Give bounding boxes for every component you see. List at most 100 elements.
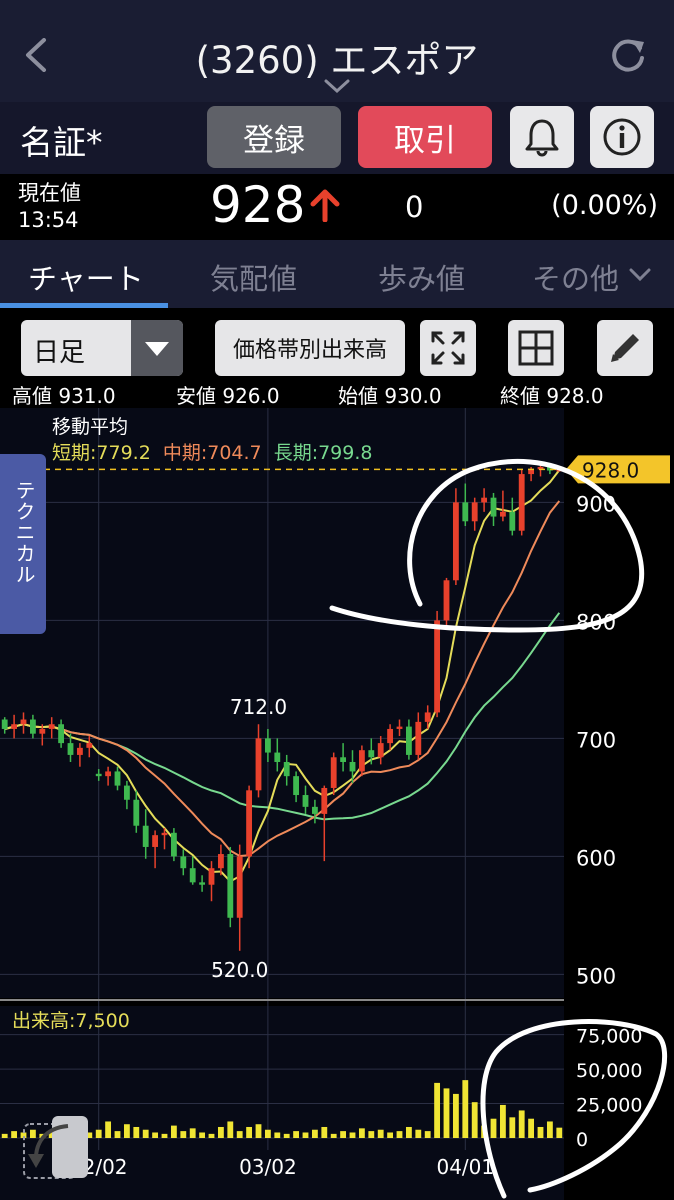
candle-body xyxy=(452,502,459,581)
candle-body xyxy=(114,771,121,786)
stock-title[interactable]: (3260) エスポア xyxy=(0,30,674,84)
volume-bar xyxy=(509,1117,516,1138)
fullscreen-button[interactable] xyxy=(420,320,476,376)
trade-button[interactable]: 取引 xyxy=(358,106,492,168)
candle-body xyxy=(518,474,525,531)
volume-bar xyxy=(321,1126,328,1138)
ma-long-value: 長期:799.8 xyxy=(273,442,373,464)
candle-body xyxy=(189,868,196,883)
volume-bar xyxy=(499,1104,506,1138)
volume-bar xyxy=(105,1121,112,1138)
volume-bar xyxy=(537,1126,544,1138)
price-chart[interactable]: 90080070060050002/02 03/02 04/0175,00050,0… xyxy=(0,408,674,1200)
volume-bar xyxy=(415,1129,422,1138)
price-tick-label: 600 xyxy=(576,846,616,870)
candle-body xyxy=(358,750,365,772)
candle-body xyxy=(199,882,206,885)
volume-bar xyxy=(227,1121,234,1138)
close-value: 終値 928.0 xyxy=(500,384,604,408)
moving-average-title: 移動平均 xyxy=(52,416,129,438)
candle-body xyxy=(236,856,243,918)
quote-row: 現在値 13:54 928 0 (0.00%) xyxy=(0,174,674,240)
candle-body xyxy=(29,719,36,734)
ma-short-value: 短期:779.2 xyxy=(52,442,151,464)
volume-tick-label: 75,000 xyxy=(576,1026,642,1048)
technical-tab[interactable]: テクニカル xyxy=(0,454,46,634)
info-button[interactable] xyxy=(590,106,654,168)
action-bar: 名証* 登録 取引 xyxy=(0,102,674,174)
period-select-value: 日足 xyxy=(33,338,86,368)
candle-body xyxy=(152,835,159,847)
volume-bar xyxy=(274,1132,281,1138)
candle-body xyxy=(481,497,488,503)
volume-bar xyxy=(424,1131,431,1138)
candle-body xyxy=(443,580,450,621)
volume-bar xyxy=(246,1126,253,1138)
candle-body xyxy=(471,502,478,522)
alert-button[interactable] xyxy=(510,106,574,168)
volume-bar xyxy=(311,1129,318,1138)
volume-bar xyxy=(1,1133,8,1138)
volume-bar xyxy=(208,1133,215,1138)
tab-chart[interactable]: チャート xyxy=(28,256,144,298)
candle-body xyxy=(321,787,328,814)
period-select[interactable]: 日足 xyxy=(21,320,183,376)
candle-body xyxy=(39,728,46,734)
volume-bar xyxy=(443,1088,450,1138)
volume-bar xyxy=(264,1129,271,1138)
candle-body xyxy=(415,721,422,755)
chart-toolbar: 日足 価格帯別出来高 高値 931.0 安値 926.0 始値 930.0 終値… xyxy=(0,308,674,408)
candle-body xyxy=(11,724,18,729)
candle-body xyxy=(95,773,102,777)
volume-bar xyxy=(152,1132,159,1138)
price-change: 0 xyxy=(405,190,424,224)
volume-tick-label: 0 xyxy=(576,1129,588,1151)
candle-body xyxy=(48,724,55,729)
volume-bar xyxy=(434,1082,441,1138)
candle-body xyxy=(274,752,281,762)
volume-bar xyxy=(236,1131,243,1138)
candle-body xyxy=(405,726,412,755)
reload-icon[interactable] xyxy=(608,36,648,76)
candle-body xyxy=(67,743,74,755)
volume-bar xyxy=(452,1093,459,1138)
chart-area[interactable]: 900 800 700 600 500 02/02 03/02 04/01 75,000 50,0… xyxy=(0,408,674,1200)
layout-button[interactable] xyxy=(508,320,564,376)
volume-bar xyxy=(462,1080,469,1138)
candle-body xyxy=(246,790,253,857)
volume-bar xyxy=(330,1133,337,1138)
current-price-tag-label: 928.0 xyxy=(582,458,639,482)
volume-bar xyxy=(180,1131,187,1138)
current-price: 928 xyxy=(210,176,306,234)
volume-label: 出来高:7,500 xyxy=(12,1010,130,1032)
candle-body xyxy=(424,712,431,722)
tab-trades[interactable]: 歩み値 xyxy=(378,256,465,298)
candle-body xyxy=(499,511,506,517)
volume-bar xyxy=(396,1131,403,1138)
tab-quotes[interactable]: 気配値 xyxy=(210,256,297,298)
dropdown-button[interactable] xyxy=(131,320,183,376)
volume-bar xyxy=(546,1121,553,1138)
candle-body xyxy=(396,726,403,729)
volume-tick-label: 25,000 xyxy=(576,1095,642,1117)
back-navigation-icon[interactable] xyxy=(22,1114,88,1180)
draw-button[interactable] xyxy=(597,320,653,376)
volume-bar xyxy=(142,1129,149,1138)
candle-body xyxy=(58,724,65,744)
tab-other[interactable]: その他 xyxy=(532,256,619,298)
register-button[interactable]: 登録 xyxy=(207,106,341,168)
volume-bar xyxy=(302,1132,309,1138)
candle-body xyxy=(377,743,384,758)
price-tick-label: 700 xyxy=(576,728,616,752)
candle-body xyxy=(86,743,93,748)
candle-body xyxy=(302,795,309,807)
chevron-down-icon[interactable] xyxy=(628,267,652,283)
volume-by-price-button[interactable]: 価格帯別出来高 xyxy=(215,320,405,376)
candle-body xyxy=(170,832,177,857)
chevron-down-icon[interactable] xyxy=(323,78,351,94)
info-icon xyxy=(603,118,641,156)
volume-bar xyxy=(189,1128,196,1138)
candle-body xyxy=(283,762,290,777)
price-annotation: 712.0 xyxy=(230,695,287,719)
volume-bar xyxy=(377,1129,384,1138)
